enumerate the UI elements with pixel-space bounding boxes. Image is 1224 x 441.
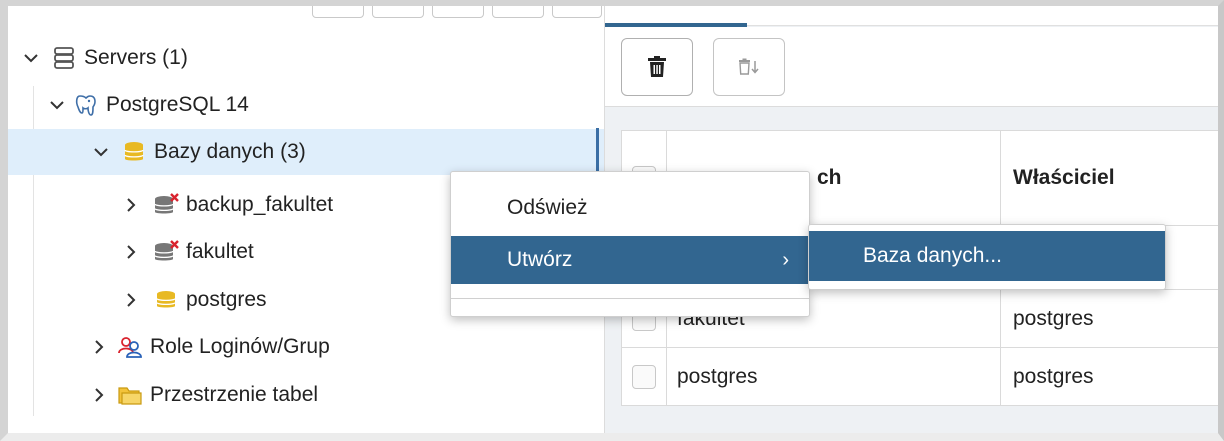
create-submenu: Baza danych... [808, 224, 1166, 290]
server-stack-icon [50, 45, 78, 71]
database-icon [152, 287, 180, 313]
tree-item-label: PostgreSQL 14 [106, 93, 249, 116]
column-header-owner[interactable]: Właściciel [1001, 131, 1218, 225]
chevron-right-icon[interactable] [120, 245, 142, 259]
tree-item-login-group-roles[interactable]: Role Loginów/Grup [8, 324, 604, 370]
chevron-right-icon: › [782, 248, 789, 271]
menu-item-label: Odśwież [507, 196, 588, 219]
tree-toolbar-button[interactable] [492, 6, 544, 18]
selection-indicator [596, 128, 599, 176]
table-row[interactable]: postgres postgres [622, 348, 1218, 406]
menu-item-create[interactable]: Utwórz › [451, 236, 809, 284]
context-menu: Odśwież Utwórz › [450, 171, 810, 317]
database-disconnected-icon [152, 192, 180, 218]
tree-item-postgresql-server[interactable]: PostgreSQL 14 [8, 82, 604, 128]
chevron-right-icon[interactable] [88, 388, 110, 402]
tree-item-servers[interactable]: Servers (1) [8, 35, 604, 81]
properties-toolbar [605, 27, 1218, 107]
tree-item-label: Role Loginów/Grup [150, 335, 330, 358]
elephant-icon [72, 92, 100, 118]
database-disconnected-icon [152, 239, 180, 265]
chevron-down-icon[interactable] [46, 100, 68, 110]
tree-toolbar-button[interactable] [372, 6, 424, 18]
menu-item-label: Utwórz [507, 248, 573, 271]
tree-item-label: postgres [186, 288, 267, 311]
tree-item-label: Bazy danych (3) [154, 140, 306, 163]
delete-cascade-button[interactable] [713, 38, 785, 96]
trash-cascade-icon [739, 58, 759, 75]
menu-item-refresh[interactable]: Odśwież [451, 184, 809, 232]
trash-icon [648, 56, 666, 77]
tree-item-databases[interactable]: Bazy danych (3) [8, 129, 604, 175]
tree-toolbar-button[interactable] [432, 6, 484, 18]
app-window: Servers (1) PostgreSQL 14 Bazy danych (3… [0, 0, 1224, 441]
chevron-right-icon[interactable] [88, 340, 110, 354]
cell-owner: postgres [1013, 306, 1094, 330]
cell-owner: postgres [1013, 364, 1094, 388]
databases-icon [120, 139, 148, 165]
tree-item-label: fakultet [186, 240, 254, 263]
tree-toolbar-button[interactable] [312, 6, 364, 18]
row-checkbox[interactable] [632, 364, 656, 389]
row-checkbox-cell [622, 348, 667, 405]
cell-name: postgres [667, 348, 1001, 405]
roles-icon [116, 334, 144, 360]
folder-icon [116, 382, 144, 408]
chevron-right-icon[interactable] [120, 198, 142, 212]
tree-toolbar-button[interactable] [552, 6, 602, 18]
chevron-down-icon[interactable] [90, 147, 112, 157]
menu-item-create-database[interactable]: Baza danych... [809, 231, 1165, 281]
tree-item-label: Servers (1) [84, 46, 188, 69]
tree-item-label: backup_fakultet [186, 193, 334, 216]
menu-item-label: Baza danych... [863, 244, 1002, 267]
menu-separator [451, 298, 809, 299]
tree-item-label: Przestrzenie tabel [150, 383, 319, 406]
chevron-down-icon[interactable] [20, 53, 42, 63]
tree-item-tablespaces[interactable]: Przestrzenie tabel [8, 372, 604, 418]
delete-button[interactable] [621, 38, 693, 96]
chevron-right-icon[interactable] [120, 293, 142, 307]
